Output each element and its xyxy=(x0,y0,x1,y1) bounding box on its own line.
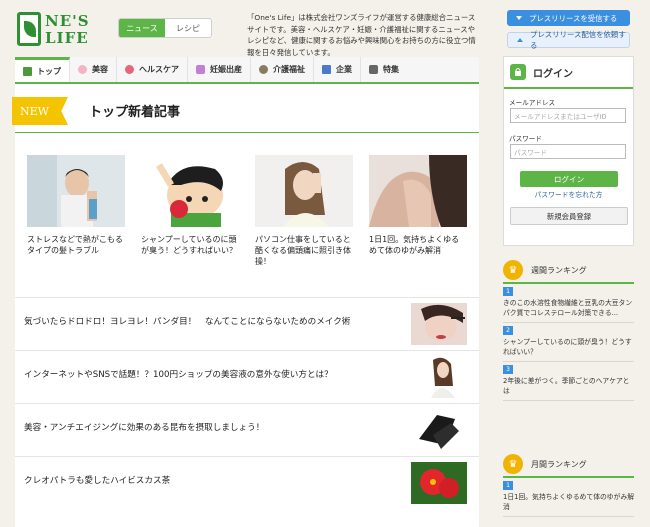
list-item-thumbnail[interactable] xyxy=(411,409,467,451)
nav-label: 特集 xyxy=(383,65,399,74)
nav-label: 美容 xyxy=(92,65,108,74)
toggle-recipe[interactable]: レシピ xyxy=(165,19,211,37)
password-field[interactable]: パスワード xyxy=(510,144,626,159)
section-header: NEW トップ新着記事 xyxy=(12,93,479,133)
monthly-ranking: ♛ 月間ランキング 1 1日1回。気持ちよくゆるめて体のゆがみ解消 xyxy=(503,452,634,517)
logo-text: NE'S LIFE xyxy=(45,12,90,47)
article-list: 気づいたらドロドロ！ヨレヨレ！パンダ目！ なんてことにならないためのメイク術 イ… xyxy=(15,297,479,509)
section-title: トップ新着記事 xyxy=(89,105,181,120)
person-icon xyxy=(259,65,268,74)
article-card[interactable]: ストレスなどで熱がこもるタイプの髪トラブル xyxy=(27,155,125,256)
list-item-title[interactable]: クレオパトラも愛したハイビスカス茶 xyxy=(24,474,404,486)
nav-item-beauty[interactable]: 美容 xyxy=(70,57,117,82)
list-item-title[interactable]: 気づいたらドロドロ！ヨレヨレ！パンダ目！ なんてことにならないためのメイク術 xyxy=(24,315,404,327)
site-logo[interactable]: NE'S LIFE xyxy=(17,12,89,52)
list-item-thumbnail[interactable] xyxy=(411,462,467,504)
register-button[interactable]: 新規会員登録 xyxy=(510,207,628,225)
press-release-request-label: プレスリリース配信を依頼する xyxy=(530,30,626,50)
rank-number: 1 xyxy=(503,287,513,296)
list-item-title[interactable]: インターネットやSNSで話題！？100円ショップの美容液の意外な使い方とは？ xyxy=(24,368,404,380)
press-release-request-button[interactable]: プレスリリース配信を依頼する xyxy=(507,30,630,50)
article-card[interactable]: シャンプーしているのに頭が臭う！どうすればいい？ xyxy=(141,155,239,256)
rank-number: 2 xyxy=(503,326,513,335)
article-thumbnail[interactable] xyxy=(369,155,467,227)
ranking-item[interactable]: 2 シャンプーしているのに頭が臭う！どうすればいい？ xyxy=(503,323,634,362)
list-item-title[interactable]: 美容・アンチエイジングに効果のある昆布を摂取しましょう！ xyxy=(24,421,404,433)
list-item[interactable]: クレオパトラも愛したハイビスカス茶 xyxy=(15,456,479,509)
article-card[interactable]: 1日1回。気持ちよくゆるめて体のゆがみ解消 xyxy=(369,155,467,256)
bottle-icon xyxy=(196,65,205,74)
monthly-ranking-header: ♛ 月間ランキング xyxy=(503,452,634,478)
email-field[interactable]: メールアドレスまたはユーザID xyxy=(510,108,626,123)
crown-icon: ♛ xyxy=(503,260,523,280)
ranking-item[interactable]: 1 きのこの水溶性食物繊維と豆乳の大豆タンパク質でコレステロール対策できる... xyxy=(503,284,634,323)
article-title[interactable]: パソコン仕事をしていると酷くなる偏頭痛に照引き体操！ xyxy=(255,234,353,267)
category-nav: トップ 美容 ヘルスケア 妊娠出産 介護福祉 企業 特集 xyxy=(15,57,479,84)
nav-item-healthcare[interactable]: ヘルスケア xyxy=(117,57,188,82)
article-card[interactable]: パソコン仕事をしていると酷くなる偏頭痛に照引き体操！ xyxy=(255,155,353,267)
main-content: トップ 美容 ヘルスケア 妊娠出産 介護福祉 企業 特集 NEW トップ新着記事… xyxy=(12,57,479,527)
ranking-item[interactable]: 3 2年後に差がつく。季節ごとのヘアケアとは xyxy=(503,362,634,401)
nav-item-pregnancy[interactable]: 妊娠出産 xyxy=(188,57,251,82)
article-thumbnail[interactable] xyxy=(27,155,125,227)
nav-item-feature[interactable]: 特集 xyxy=(361,57,407,82)
ranking-item-text[interactable]: 1日1回。気持ちよくゆるめて体のゆがみ解消 xyxy=(503,492,634,512)
crown-icon: ♛ xyxy=(503,454,523,474)
login-header: ログイン xyxy=(504,57,633,89)
list-item-thumbnail[interactable] xyxy=(411,356,467,398)
ranking-item-text[interactable]: 2年後に差がつく。季節ごとのヘアケアとは xyxy=(503,376,634,396)
rank-number: 1 xyxy=(503,481,513,490)
nav-label: 企業 xyxy=(336,65,352,74)
list-item[interactable]: 美容・アンチエイジングに効果のある昆布を摂取しましょう！ xyxy=(15,403,479,456)
heart-icon xyxy=(125,65,134,74)
page: NE'S LIFE ニュース レシピ 「One's Life」は株式会社ワンズラ… xyxy=(0,0,650,527)
email-label: メールアドレス xyxy=(509,99,556,107)
article-title[interactable]: シャンプーしているのに頭が臭う！どうすればいい？ xyxy=(141,234,239,256)
new-badge: NEW xyxy=(12,97,68,125)
camera-icon xyxy=(369,65,378,74)
nav-label: 介護福祉 xyxy=(273,65,305,74)
article-title[interactable]: ストレスなどで熱がこもるタイプの髪トラブル xyxy=(27,234,125,256)
list-item[interactable]: インターネットやSNSで話題！？100円ショップの美容液の意外な使い方とは？ xyxy=(15,350,479,403)
lock-icon xyxy=(510,64,526,80)
list-item[interactable]: 気づいたらドロドロ！ヨレヨレ！パンダ目！ なんてことにならないためのメイク術 xyxy=(15,297,479,350)
ranking-item[interactable]: 1 1日1回。気持ちよくゆるめて体のゆがみ解消 xyxy=(503,478,634,517)
article-title[interactable]: 1日1回。気持ちよくゆるめて体のゆがみ解消 xyxy=(369,234,467,256)
home-icon xyxy=(23,66,32,76)
weekly-ranking-title: 週間ランキング xyxy=(531,265,587,275)
logo-mark-icon xyxy=(17,12,41,46)
nav-item-top[interactable]: トップ xyxy=(15,57,70,82)
press-release-receive-button[interactable]: プレスリリースを受信する xyxy=(507,10,630,26)
login-title: ログイン xyxy=(533,68,573,80)
login-panel: ログイン メールアドレス メールアドレスまたはユーザID パスワード パスワード… xyxy=(503,56,634,246)
nav-label: 妊娠出産 xyxy=(210,65,242,74)
ranking-item-text[interactable]: シャンプーしているのに頭が臭う！どうすればいい？ xyxy=(503,337,634,357)
nav-label: トップ xyxy=(37,66,61,76)
building-icon xyxy=(322,65,331,74)
site-description: 「One's Life」は株式会社ワンズライフが運営する健康総合ニュースサイトで… xyxy=(247,13,476,57)
ranking-item-text[interactable]: きのこの水溶性食物繊維と豆乳の大豆タンパク質でコレステロール対策できる... xyxy=(503,298,634,318)
article-thumbnail[interactable] xyxy=(141,155,239,227)
login-button[interactable]: ログイン xyxy=(520,171,618,187)
download-icon xyxy=(515,14,523,22)
nav-label: ヘルスケア xyxy=(139,65,179,74)
nav-item-care[interactable]: 介護福祉 xyxy=(251,57,314,82)
beauty-icon xyxy=(78,65,87,74)
upload-icon xyxy=(516,36,524,44)
forgot-password-link[interactable]: パスワードを忘れた方 xyxy=(504,189,633,199)
weekly-ranking-header: ♛ 週間ランキング xyxy=(503,258,634,284)
press-release-receive-label: プレスリリースを受信する xyxy=(529,13,618,23)
rank-number: 3 xyxy=(503,365,513,374)
toggle-news[interactable]: ニュース xyxy=(119,19,165,37)
monthly-ranking-title: 月間ランキング xyxy=(531,459,587,469)
list-item-thumbnail[interactable] xyxy=(411,303,467,345)
featured-articles: ストレスなどで熱がこもるタイプの髪トラブル シャンプーしているのに頭が臭う！どう… xyxy=(27,155,467,275)
nav-item-company[interactable]: 企業 xyxy=(314,57,361,82)
article-thumbnail[interactable] xyxy=(255,155,353,227)
password-label: パスワード xyxy=(509,135,542,143)
weekly-ranking: ♛ 週間ランキング 1 きのこの水溶性食物繊維と豆乳の大豆タンパク質でコレステロ… xyxy=(503,258,634,401)
content-type-toggle: ニュース レシピ xyxy=(118,18,212,38)
